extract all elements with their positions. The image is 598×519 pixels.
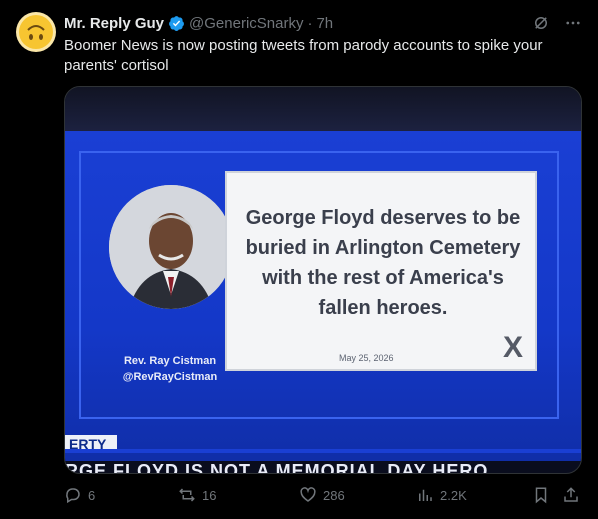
bookmark-button[interactable] [532, 486, 550, 504]
like-button[interactable]: 286 [299, 486, 345, 504]
person-name: Rev. Ray Cistman [123, 355, 217, 367]
chyron-bar [65, 449, 581, 453]
repost-count: 16 [202, 487, 217, 503]
user-handle[interactable]: @GenericSnarky [189, 15, 303, 32]
like-count: 286 [323, 487, 345, 503]
tv-broadcast-panel: Rev. Ray Cistman @RevRayCistman George F… [65, 131, 581, 461]
repost-button[interactable]: 16 [178, 486, 216, 504]
share-button[interactable] [562, 486, 580, 504]
separator-dot: · [307, 14, 313, 32]
heart-icon [299, 486, 317, 504]
share-icon [562, 486, 580, 504]
portrait-image [109, 185, 233, 309]
tweet-actions: 6 16 286 2.2K [64, 486, 580, 510]
quote-card: George Floyd deserves to be buried in Ar… [225, 171, 537, 371]
upside-down-face-icon [19, 15, 53, 49]
tweet-header: Mr. Reply Guy @GenericSnarky · 7h [64, 12, 582, 34]
repost-icon [178, 486, 196, 504]
views-button[interactable]: 2.2K [416, 486, 467, 504]
chyron-headline: RGE FLOYD IS NOT A MEMORIAL DAY HERO [65, 461, 489, 474]
reply-count: 6 [88, 487, 96, 503]
person-handle: @RevRayCistman [122, 371, 218, 383]
quote-text: George Floyd deserves to be buried in Ar… [245, 207, 521, 319]
more-options-icon[interactable] [564, 14, 582, 32]
quote-date: May 25, 2026 [339, 353, 394, 363]
tweet-text: Boomer News is now posting tweets from p… [64, 37, 543, 74]
avatar[interactable] [16, 12, 56, 52]
display-name[interactable]: Mr. Reply Guy [64, 15, 164, 32]
x-logo-icon: X [502, 331, 523, 364]
timestamp[interactable]: 7h [316, 15, 333, 32]
grok-icon[interactable] [532, 14, 550, 32]
tv-frame-top [65, 87, 581, 131]
views-bar-chart-icon [416, 486, 434, 504]
reply-button[interactable]: 6 [64, 486, 95, 504]
bookmark-icon [532, 486, 550, 504]
reply-icon [64, 486, 82, 504]
verified-badge-icon[interactable] [168, 15, 185, 32]
view-count: 2.2K [440, 487, 467, 503]
tweet-media[interactable]: Rev. Ray Cistman @RevRayCistman George F… [64, 86, 582, 474]
